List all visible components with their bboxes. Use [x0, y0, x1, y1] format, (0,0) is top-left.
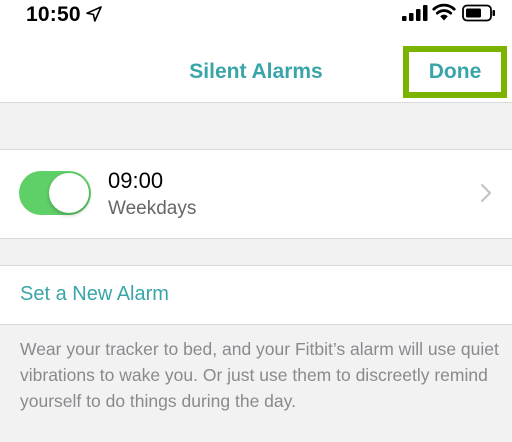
status-bar: 10:50: [0, 0, 512, 30]
nav-divider: [0, 102, 512, 103]
battery-icon: [462, 4, 495, 22]
alarm-time: 09:00: [108, 168, 164, 193]
chevron-right-icon: [480, 183, 492, 203]
alarm-toggle[interactable]: [19, 171, 91, 215]
done-button[interactable]: Done: [403, 46, 507, 98]
alarm-row[interactable]: 09:00 Weekdays: [0, 150, 512, 238]
set-new-alarm-button[interactable]: Set a New Alarm: [0, 266, 512, 324]
cellular-signal-icon: [402, 5, 428, 21]
status-time: 10:50: [26, 3, 81, 26]
wifi-icon: [432, 3, 456, 21]
done-button-label: Done: [428, 60, 482, 83]
section-divider: [0, 324, 512, 325]
section-divider: [0, 238, 512, 239]
alarm-days: Weekdays: [108, 198, 197, 219]
location-arrow-icon: [86, 6, 102, 22]
description-text: Wear your tracker to bed, and your Fitbi…: [20, 339, 499, 411]
toggle-knob: [49, 173, 89, 213]
set-new-alarm-label: Set a New Alarm: [20, 283, 169, 305]
